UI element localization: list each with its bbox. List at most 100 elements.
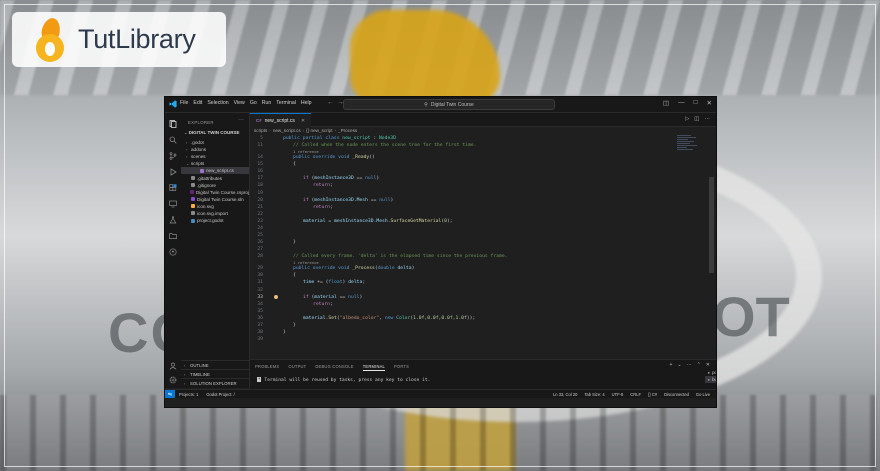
- run-debug-icon[interactable]: [168, 167, 178, 177]
- tree-item[interactable]: › .godot: [181, 139, 249, 146]
- code-line[interactable]: 17 if (meshInstance3D == null): [250, 175, 690, 182]
- source-control-icon[interactable]: [168, 151, 178, 161]
- tree-item[interactable]: ⌄ scripts: [181, 160, 249, 167]
- code-line[interactable]: 31 time += (float) delta;: [250, 279, 690, 286]
- github-icon[interactable]: [168, 247, 178, 257]
- tree-item[interactable]: .gitattributes: [181, 174, 249, 181]
- settings-gear-icon[interactable]: [168, 375, 178, 385]
- status-item[interactable]: Ln 33, Col 20: [553, 392, 577, 397]
- status-item[interactable]: Projects: 1: [179, 392, 198, 397]
- code-editor[interactable]: 5 public partial class new_script : Node3…: [250, 135, 690, 359]
- tree-item[interactable]: .gitignore: [181, 182, 249, 189]
- tree-item[interactable]: › addons: [181, 146, 249, 153]
- code-line[interactable]: 33 if (material == null): [250, 294, 690, 301]
- code-line[interactable]: 19: [250, 189, 690, 196]
- tab-output[interactable]: OUTPUT: [288, 364, 306, 371]
- menu-selection[interactable]: Selection: [207, 100, 228, 106]
- extensions-icon[interactable]: [168, 183, 178, 193]
- code-line[interactable]: 21 return;: [250, 204, 690, 211]
- menu-file[interactable]: File: [180, 100, 188, 106]
- section-timeline[interactable]: › TIMELINE: [181, 369, 249, 378]
- folder-icon[interactable]: [168, 231, 178, 241]
- testing-icon[interactable]: [168, 215, 178, 225]
- code-line[interactable]: 16: [250, 168, 690, 175]
- tab-terminal[interactable]: TERMINAL: [362, 364, 386, 371]
- status-item[interactable]: CRLF: [630, 392, 641, 397]
- terminal-output[interactable]: * Terminal will be reused by tasks, press…: [257, 377, 430, 383]
- terminal-list-item[interactable]: ▸build: [705, 376, 716, 383]
- code-line[interactable]: 25: [250, 232, 690, 239]
- tab-debug-console[interactable]: DEBUG CONSOLE: [315, 364, 353, 371]
- maximize-panel-icon[interactable]: ⌃: [697, 362, 701, 368]
- code-line[interactable]: 26}: [250, 239, 690, 246]
- code-line[interactable]: 18 return;: [250, 182, 690, 189]
- menu-help[interactable]: Help: [301, 100, 312, 106]
- status-item[interactable]: UTF-8: [612, 392, 624, 397]
- split-editor-icon[interactable]: ◫: [694, 116, 699, 122]
- code-line[interactable]: 15 {: [250, 161, 690, 168]
- code-line[interactable]: 39: [250, 336, 690, 343]
- more-icon[interactable]: ···: [705, 116, 711, 122]
- tree-item[interactable]: › scenes: [181, 153, 249, 160]
- status-item[interactable]: Godot Project: /: [206, 392, 234, 397]
- section-solution-explorer[interactable]: › SOLUTION EXPLORER: [181, 378, 249, 387]
- code-line[interactable]: 27: [250, 246, 690, 253]
- breadcrumb-item[interactable]: new_script.cs: [273, 128, 301, 133]
- lightbulb-icon[interactable]: [274, 294, 278, 299]
- close-tab-icon[interactable]: ✕: [301, 118, 305, 124]
- workspace-root[interactable]: ⌄ DIGITAL TWIN COURSE: [184, 130, 239, 135]
- code-line[interactable]: 35: [250, 308, 690, 315]
- code-line[interactable]: 14 public override void _Ready(): [250, 154, 690, 161]
- terminal-list-item[interactable]: ▸powershell: [705, 369, 716, 376]
- editor-scrollbar[interactable]: [709, 177, 714, 273]
- debug-icon[interactable]: ▷: [685, 116, 689, 122]
- menu-terminal[interactable]: Terminal: [276, 100, 296, 106]
- tree-item[interactable]: Digital Twin Course.csproj: [181, 189, 249, 196]
- tab-new-script[interactable]: C# new_script.cs ✕: [250, 113, 312, 127]
- code-line[interactable]: 32: [250, 286, 690, 293]
- maximize-icon[interactable]: □: [694, 99, 698, 107]
- remote-explorer-icon[interactable]: [168, 199, 178, 209]
- search-icon[interactable]: [168, 135, 178, 145]
- tree-item[interactable]: icon.svg: [181, 203, 249, 210]
- explorer-icon[interactable]: [168, 119, 178, 129]
- code-line[interactable]: 29 public override void _Process(double d…: [250, 265, 690, 272]
- code-line[interactable]: 20 if (meshInstance3D.Mesh == null): [250, 197, 690, 204]
- breadcrumb-item[interactable]: scripts: [254, 128, 267, 133]
- minimize-icon[interactable]: —: [678, 99, 685, 107]
- code-line[interactable]: 24: [250, 225, 690, 232]
- status-item[interactable]: Disconnected: [664, 392, 689, 397]
- more-actions-icon[interactable]: ···: [238, 117, 244, 123]
- code-line[interactable]: 5 public partial class new_script : Node3…: [250, 135, 690, 142]
- tab-ports[interactable]: PORTS: [394, 364, 409, 371]
- status-item[interactable]: Go Live: [696, 392, 710, 397]
- menu-edit[interactable]: Edit: [193, 100, 202, 106]
- account-icon[interactable]: [168, 361, 178, 371]
- code-line[interactable]: 22: [250, 211, 690, 218]
- tree-item[interactable]: icon.svg.import: [181, 210, 249, 217]
- menu-view[interactable]: View: [234, 100, 245, 106]
- close-icon[interactable]: ✕: [707, 99, 712, 107]
- layout-icon[interactable]: ◫: [663, 99, 669, 107]
- chevron-down-icon[interactable]: ⌄: [677, 362, 681, 368]
- menu-run[interactable]: Run: [262, 100, 272, 106]
- breadcrumb-item[interactable]: _Process: [338, 128, 357, 133]
- code-line[interactable]: 34 return;: [250, 301, 690, 308]
- tree-item[interactable]: new_script.cs: [181, 167, 249, 175]
- add-terminal-icon[interactable]: +: [669, 362, 672, 368]
- tab-problems[interactable]: PROBLEMS: [255, 364, 279, 371]
- minimap[interactable]: [677, 135, 701, 165]
- code-line[interactable]: 38}: [250, 329, 690, 336]
- section-outline[interactable]: › OUTLINE: [181, 360, 249, 369]
- menu-go[interactable]: Go: [250, 100, 257, 106]
- code-line[interactable]: 37}: [250, 322, 690, 329]
- more-icon[interactable]: ···: [687, 362, 692, 368]
- breadcrumb-item[interactable]: {} new_script: [306, 128, 332, 133]
- tree-item[interactable]: Digital Twin Course.sln: [181, 196, 249, 203]
- code-line[interactable]: 36 material.Set("albedo_color", new Color…: [250, 315, 690, 322]
- status-item[interactable]: Tab Size: 4: [584, 392, 604, 397]
- code-line[interactable]: 23 material = meshInstance3D.Mesh.Surface…: [250, 218, 690, 225]
- tree-item[interactable]: project.godot: [181, 217, 249, 224]
- code-line[interactable]: 30 {: [250, 272, 690, 279]
- status-item[interactable]: {} C#: [648, 392, 657, 397]
